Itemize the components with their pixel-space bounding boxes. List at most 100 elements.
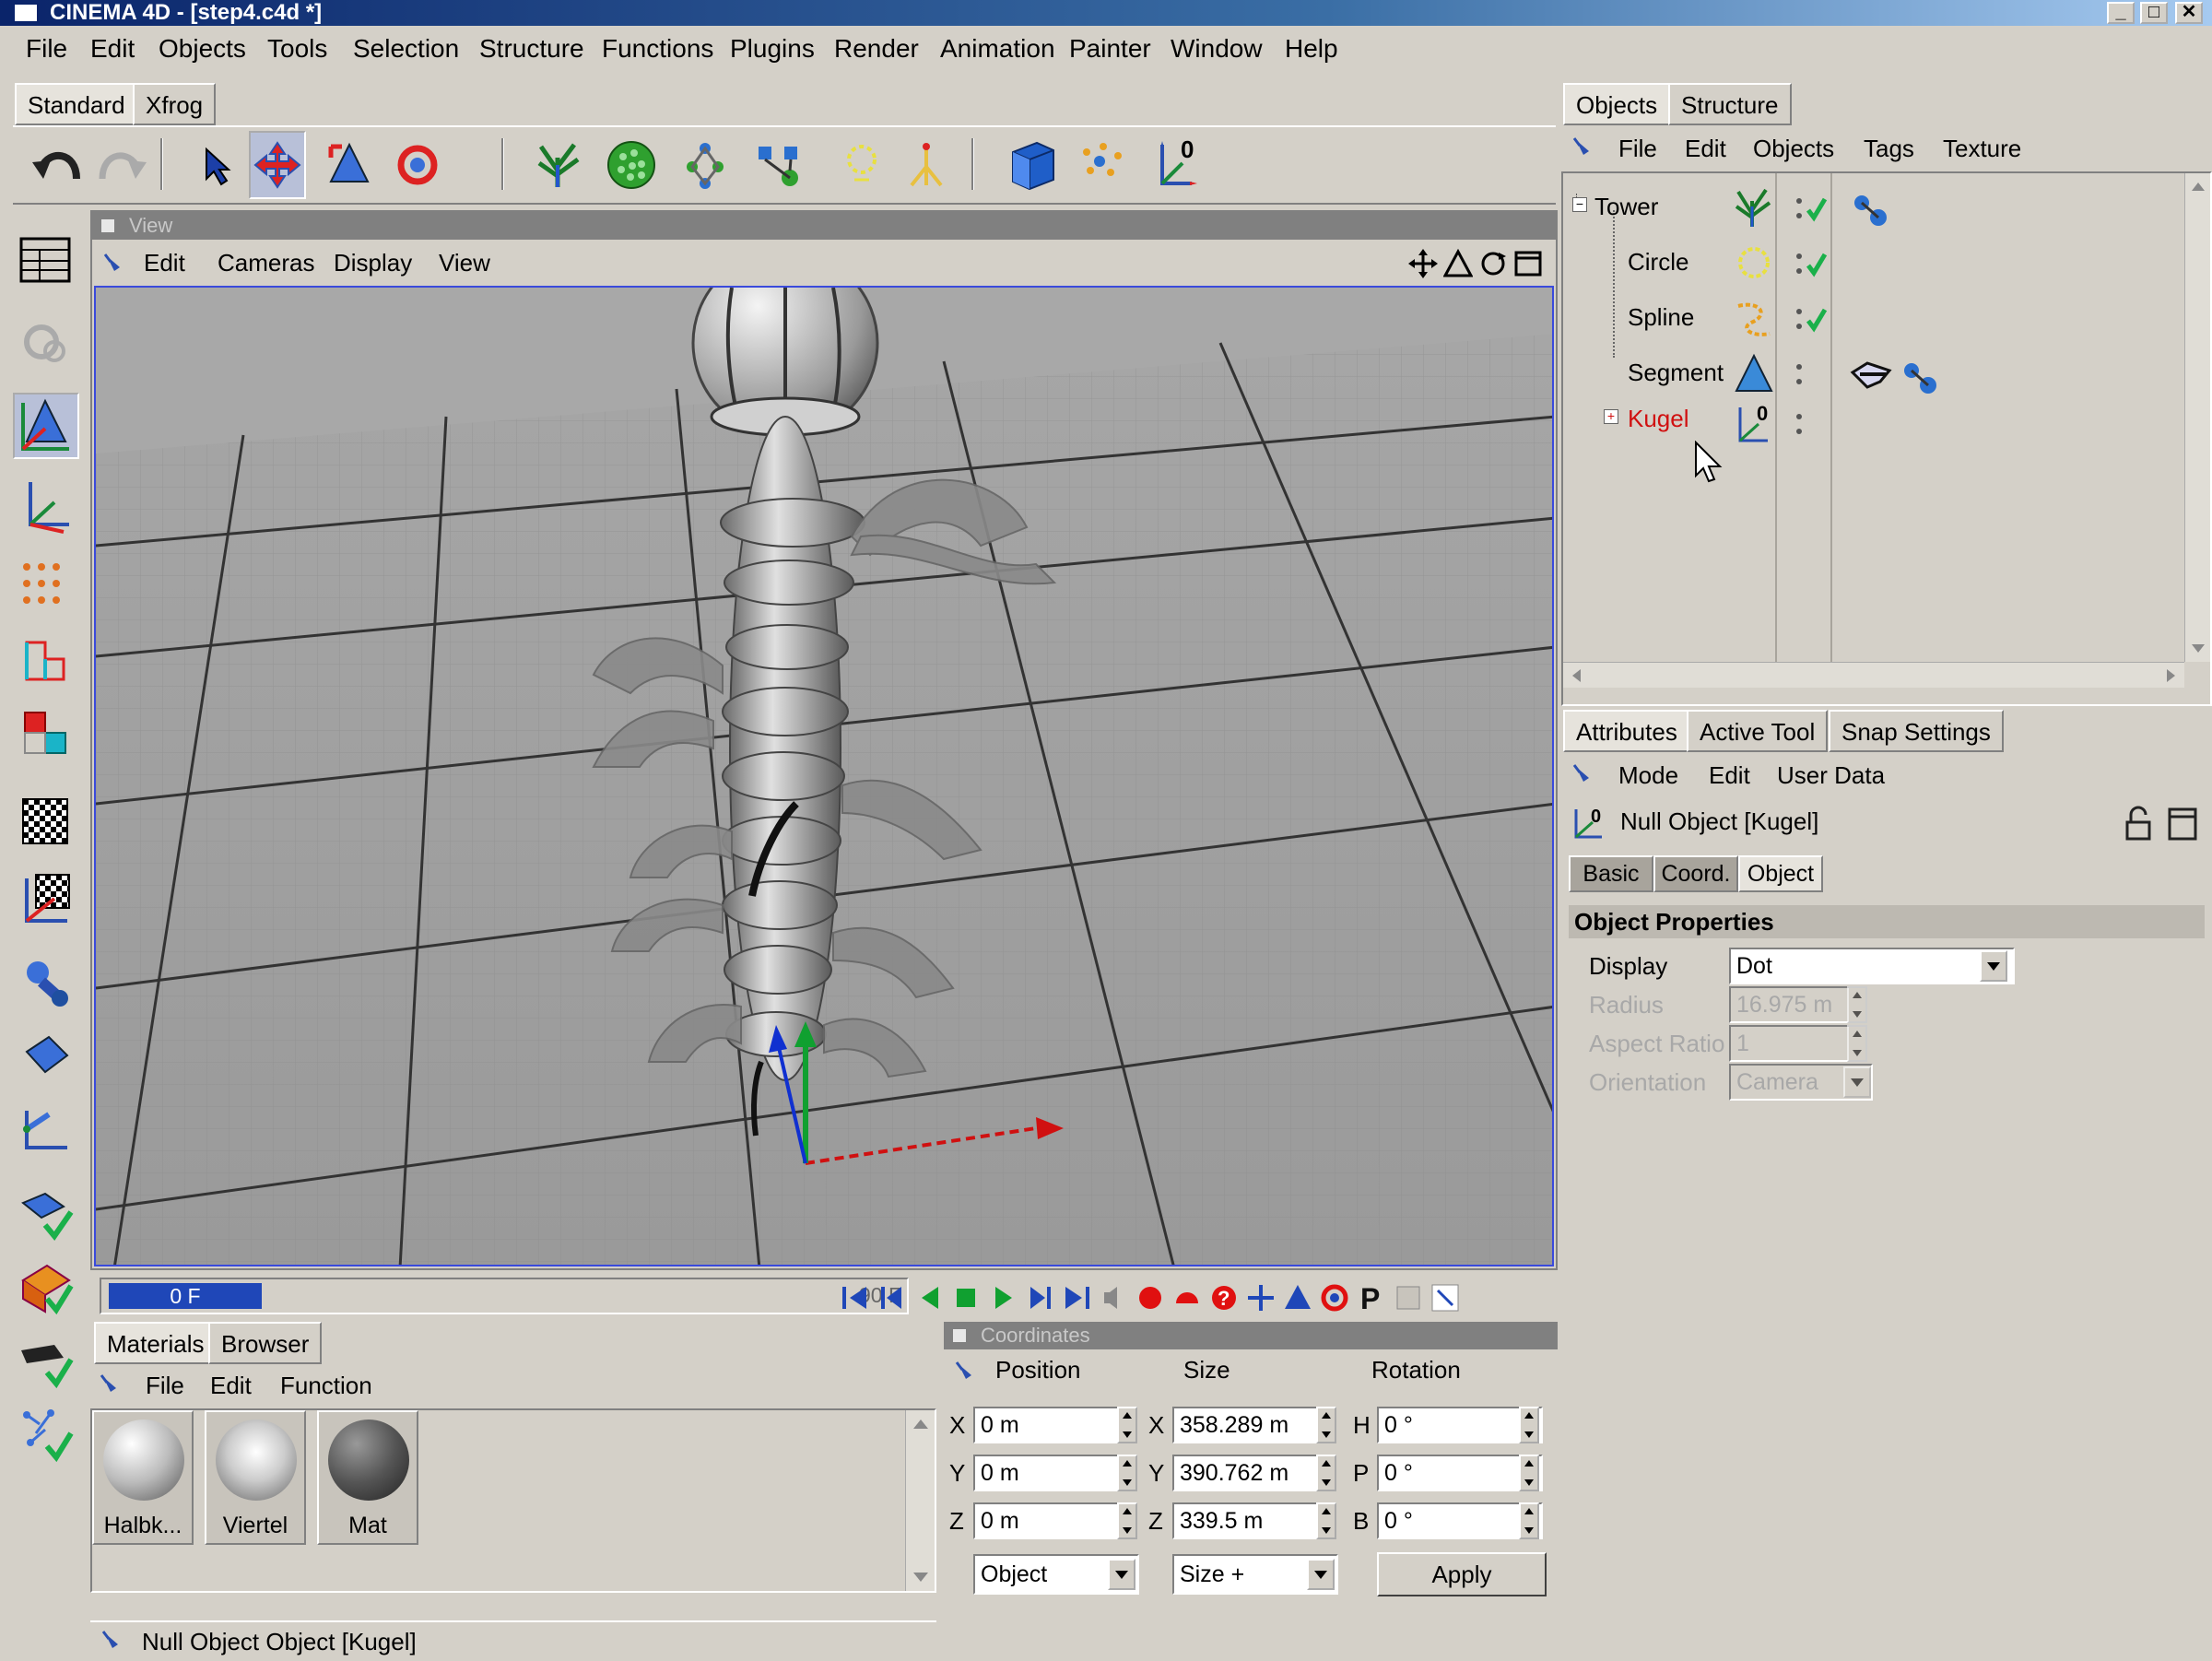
key-pla-icon[interactable] [1392, 1281, 1425, 1314]
size-mode-dropdown[interactable] [1307, 1559, 1335, 1590]
om-menu-objects[interactable]: Objects [1753, 127, 1834, 170]
render-region-icon[interactable] [13, 1254, 79, 1320]
rotation-p-field[interactable]: 0 ° [1377, 1455, 1543, 1491]
model-tool-icon[interactable] [13, 393, 79, 459]
position-z-stepper[interactable] [1117, 1502, 1137, 1539]
pin-icon[interactable] [1571, 135, 1598, 167]
timeline-slider[interactable]: 0 F 90 F [100, 1278, 909, 1314]
object-axis-icon[interactable] [13, 472, 79, 538]
lock-icon[interactable] [2122, 806, 2155, 847]
pointer-tool-icon[interactable] [188, 131, 245, 199]
tab-active-tool[interactable]: Active Tool [1687, 710, 1829, 752]
tree-item-circle[interactable]: Circle [1628, 243, 1688, 280]
go-to-start-icon[interactable] [839, 1281, 872, 1314]
pin-icon[interactable] [101, 249, 129, 277]
size-z-stepper[interactable] [1316, 1502, 1336, 1539]
om-menu-tags[interactable]: Tags [1864, 127, 1914, 170]
tab-xfrog[interactable]: Xfrog [133, 83, 217, 125]
texture-axis-icon[interactable] [13, 865, 79, 931]
radius-stepper[interactable] [1847, 986, 1867, 1023]
visibility-dots-icon[interactable] [1794, 304, 1830, 340]
aspect-ratio-stepper[interactable] [1847, 1025, 1867, 1062]
xfrog-branch-icon[interactable] [750, 131, 807, 199]
xfrog-phyllotaxis-icon[interactable] [603, 131, 660, 199]
layout-icon[interactable] [13, 229, 79, 295]
xfrog-tropism-icon[interactable] [898, 131, 955, 199]
position-y-field[interactable]: 0 m [973, 1455, 1130, 1491]
visibility-dots-icon[interactable] [1794, 194, 1830, 230]
redo-icon[interactable] [92, 131, 149, 199]
rotation-b-stepper[interactable] [1519, 1502, 1539, 1539]
coordinate-mode-dropdown[interactable] [1108, 1559, 1135, 1590]
next-key-icon[interactable] [1023, 1281, 1056, 1314]
tab-materials[interactable]: Materials [94, 1322, 218, 1364]
tree-expand-toggle[interactable]: + [1604, 409, 1618, 424]
hydra-tag-icon[interactable] [1899, 358, 1941, 405]
keyframe-help-icon[interactable]: ? [1207, 1281, 1241, 1314]
orientation-dropdown[interactable] [1843, 1066, 1871, 1098]
previous-frame-icon[interactable] [912, 1281, 946, 1314]
key-position-icon[interactable] [1244, 1281, 1277, 1314]
inverse-kinematics-icon[interactable] [13, 1023, 79, 1090]
tree-item-kugel[interactable]: Kugel [1628, 400, 1689, 437]
tab-structure[interactable]: Structure [1668, 83, 1792, 125]
fish-tag-icon[interactable] [1849, 354, 1895, 401]
close-button[interactable]: ✕ [2175, 2, 2203, 24]
visibility-dots-icon[interactable] [1794, 409, 1812, 445]
display-dropdown[interactable] [1980, 950, 2007, 982]
rotation-h-stepper[interactable] [1519, 1407, 1539, 1443]
tab-browser[interactable]: Browser [208, 1322, 323, 1364]
camera-tool-icon[interactable] [13, 310, 79, 376]
edges-mode-icon[interactable] [13, 627, 79, 693]
viewport-menu-view[interactable]: View [439, 241, 490, 284]
om-menu-file[interactable]: File [1618, 127, 1657, 170]
attributes-menu-mode[interactable]: Mode [1618, 754, 1678, 796]
menu-render[interactable]: Render [834, 26, 919, 72]
tree-collapse-toggle[interactable]: − [1572, 197, 1587, 212]
viewport-menu-cameras[interactable]: Cameras [218, 241, 314, 284]
materials-menu-function[interactable]: Function [280, 1364, 372, 1407]
size-y-stepper[interactable] [1316, 1455, 1336, 1491]
minimize-button[interactable]: _ [2107, 2, 2135, 24]
size-z-field[interactable]: 339.5 m [1172, 1502, 1329, 1539]
materials-scrollbar[interactable] [905, 1410, 935, 1591]
texture-mode-icon[interactable] [13, 789, 79, 855]
menu-selection[interactable]: Selection [353, 26, 459, 72]
object-tree-hscrollbar[interactable] [1563, 662, 2184, 688]
size-y-field[interactable]: 390.762 m [1172, 1455, 1329, 1491]
viewport-3d-canvas[interactable] [94, 286, 1554, 1266]
object-tree-vscrollbar[interactable] [2184, 173, 2210, 662]
attributes-menu-user-data[interactable]: User Data [1777, 754, 1885, 796]
new-window-icon[interactable] [2166, 806, 2199, 847]
render-picture-icon[interactable] [13, 1401, 79, 1467]
tab-snap-settings[interactable]: Snap Settings [1829, 710, 2004, 752]
tree-item-segment[interactable]: Segment [1628, 354, 1724, 391]
apply-button[interactable]: Apply [1377, 1552, 1547, 1596]
play-icon[interactable] [986, 1281, 1019, 1314]
rotate-tool-icon[interactable] [389, 131, 446, 199]
stop-icon[interactable] [949, 1281, 982, 1314]
points-mode-icon[interactable] [13, 553, 79, 619]
menu-edit[interactable]: Edit [90, 26, 135, 72]
autokey-icon[interactable] [1171, 1281, 1204, 1314]
tab-attributes[interactable]: Attributes [1563, 710, 1690, 752]
menu-structure[interactable]: Structure [479, 26, 584, 72]
cube-primitive-icon[interactable] [1003, 131, 1060, 199]
position-x-stepper[interactable] [1117, 1407, 1137, 1443]
tree-item-tower[interactable]: Tower [1594, 188, 1658, 225]
key-parameter-icon[interactable]: P [1355, 1281, 1388, 1314]
menu-painter[interactable]: Painter [1069, 26, 1151, 72]
menu-window[interactable]: Window [1171, 26, 1263, 72]
material-item[interactable]: Mat [317, 1410, 418, 1545]
sound-icon[interactable] [1097, 1281, 1130, 1314]
maximize-button[interactable]: □ [2140, 2, 2168, 24]
polygons-mode-icon[interactable] [13, 701, 79, 767]
pin-icon[interactable] [1571, 761, 1598, 794]
record-icon[interactable] [1134, 1281, 1167, 1314]
tab-objects[interactable]: Objects [1563, 83, 1671, 125]
size-x-field[interactable]: 358.289 m [1172, 1407, 1329, 1443]
attributes-menu-edit[interactable]: Edit [1709, 754, 1750, 796]
viewport-menu-edit[interactable]: Edit [144, 241, 185, 284]
viewport-menu-display[interactable]: Display [334, 241, 412, 284]
timeline-current-frame[interactable]: 0 F [109, 1283, 262, 1309]
